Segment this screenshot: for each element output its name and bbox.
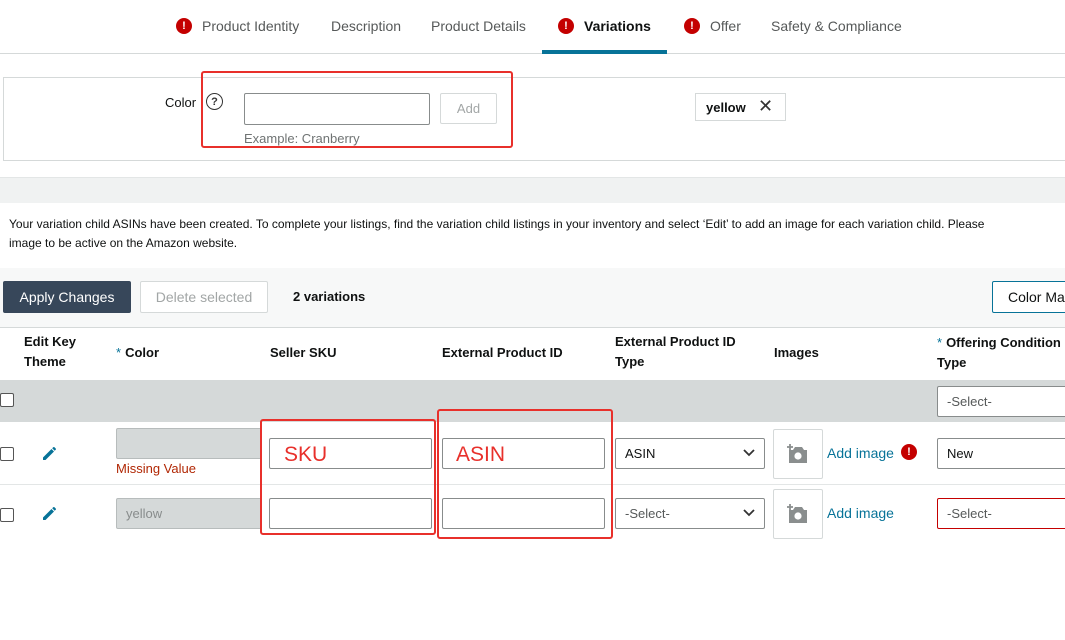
required-mark: * <box>937 335 943 350</box>
header-line: Theme <box>24 354 66 369</box>
header-seller-sku: Seller SKU <box>270 345 337 360</box>
color-field[interactable] <box>116 428 262 459</box>
tab-label: Safety & Compliance <box>771 18 902 34</box>
header-images: Images <box>774 345 819 360</box>
offering-condition-select[interactable]: New <box>937 438 1065 469</box>
missing-value-error: Missing Value <box>116 461 196 476</box>
add-image-link[interactable]: Add image <box>827 505 894 521</box>
header-line: Type <box>615 354 645 369</box>
color-field[interactable]: yellow <box>116 498 262 529</box>
active-tab-indicator <box>542 50 667 54</box>
info-message: Your variation child ASINs have been cre… <box>9 215 1065 253</box>
annotation-label-asin: ASIN <box>456 443 506 466</box>
chevron-down-icon <box>743 509 755 517</box>
image-upload-box[interactable] <box>773 429 823 479</box>
annotation-box <box>260 419 436 535</box>
header-edit-key-theme: Edit Key Theme <box>24 332 76 372</box>
tab-offer[interactable]: ! Offer <box>684 0 741 52</box>
chevron-down-icon <box>743 449 755 457</box>
color-chip: yellow ✕ <box>695 93 786 121</box>
error-icon: ! <box>901 444 917 460</box>
variation-count: 2 variations <box>293 289 366 304</box>
delete-selected-button[interactable]: Delete selected <box>140 281 268 313</box>
offering-condition-select[interactable]: -Select- <box>937 498 1065 529</box>
select-value: ASIN <box>625 446 656 461</box>
color-section <box>3 77 1065 161</box>
chip-label: yellow <box>706 99 746 115</box>
header-line: External Product ID <box>615 334 736 349</box>
select-all-checkbox[interactable] <box>0 393 14 407</box>
header-offering-condition: * Offering Condition Type <box>937 333 1061 373</box>
color-map-button[interactable]: Color Map <box>992 281 1065 313</box>
tab-bar: ! Product Identity Description Product D… <box>0 0 1065 54</box>
annotation-box <box>437 409 613 539</box>
header-external-product-id: External Product ID <box>442 345 563 360</box>
info-line: Your variation child ASINs have been cre… <box>9 217 985 231</box>
apply-changes-button[interactable]: Apply Changes <box>3 281 131 313</box>
add-photo-icon <box>787 444 807 463</box>
row-checkbox[interactable] <box>0 447 14 461</box>
tab-label: Variations <box>584 18 651 34</box>
offering-filter-select[interactable]: -Select- <box>937 386 1065 417</box>
tab-label: Offer <box>710 18 741 34</box>
tab-safety-compliance[interactable]: Safety & Compliance <box>771 0 902 52</box>
required-mark: * <box>116 345 122 360</box>
tab-label: Description <box>331 18 402 34</box>
select-value: -Select- <box>947 394 992 409</box>
image-upload-box[interactable] <box>773 489 823 539</box>
annotation-box <box>201 71 513 148</box>
tab-variations[interactable]: ! Variations <box>558 0 651 52</box>
error-icon: ! <box>684 18 700 34</box>
color-label: Color <box>165 95 197 110</box>
external-id-type-select[interactable]: ASIN <box>615 438 765 469</box>
tab-label: Product Details <box>431 18 526 34</box>
section-divider <box>0 177 1065 203</box>
tab-label: Product Identity <box>202 18 300 34</box>
annotation-label-sku: SKU <box>284 443 328 466</box>
header-external-id-type: External Product ID Type <box>615 332 736 372</box>
external-id-type-select[interactable]: -Select- <box>615 498 765 529</box>
error-icon: ! <box>558 18 574 34</box>
header-line: Offering Condition <box>946 335 1061 350</box>
add-photo-icon <box>787 504 807 523</box>
row-checkbox[interactable] <box>0 508 14 522</box>
header-color: * Color <box>116 343 159 363</box>
pencil-icon[interactable] <box>40 503 60 523</box>
tab-product-identity[interactable]: ! Product Identity <box>176 0 299 52</box>
tab-description[interactable]: Description <box>331 0 401 52</box>
add-image-link[interactable]: Add image <box>827 445 894 461</box>
header-label: Color <box>125 345 160 360</box>
header-line: Type <box>937 355 967 370</box>
tab-product-details[interactable]: Product Details <box>431 0 526 52</box>
select-value: -Select- <box>625 506 670 521</box>
info-line: image to be active on the Amazon website… <box>9 236 238 250</box>
error-icon: ! <box>176 18 192 34</box>
pencil-icon[interactable] <box>40 443 60 463</box>
close-icon[interactable]: ✕ <box>758 96 773 117</box>
header-line: Edit Key <box>24 334 77 349</box>
